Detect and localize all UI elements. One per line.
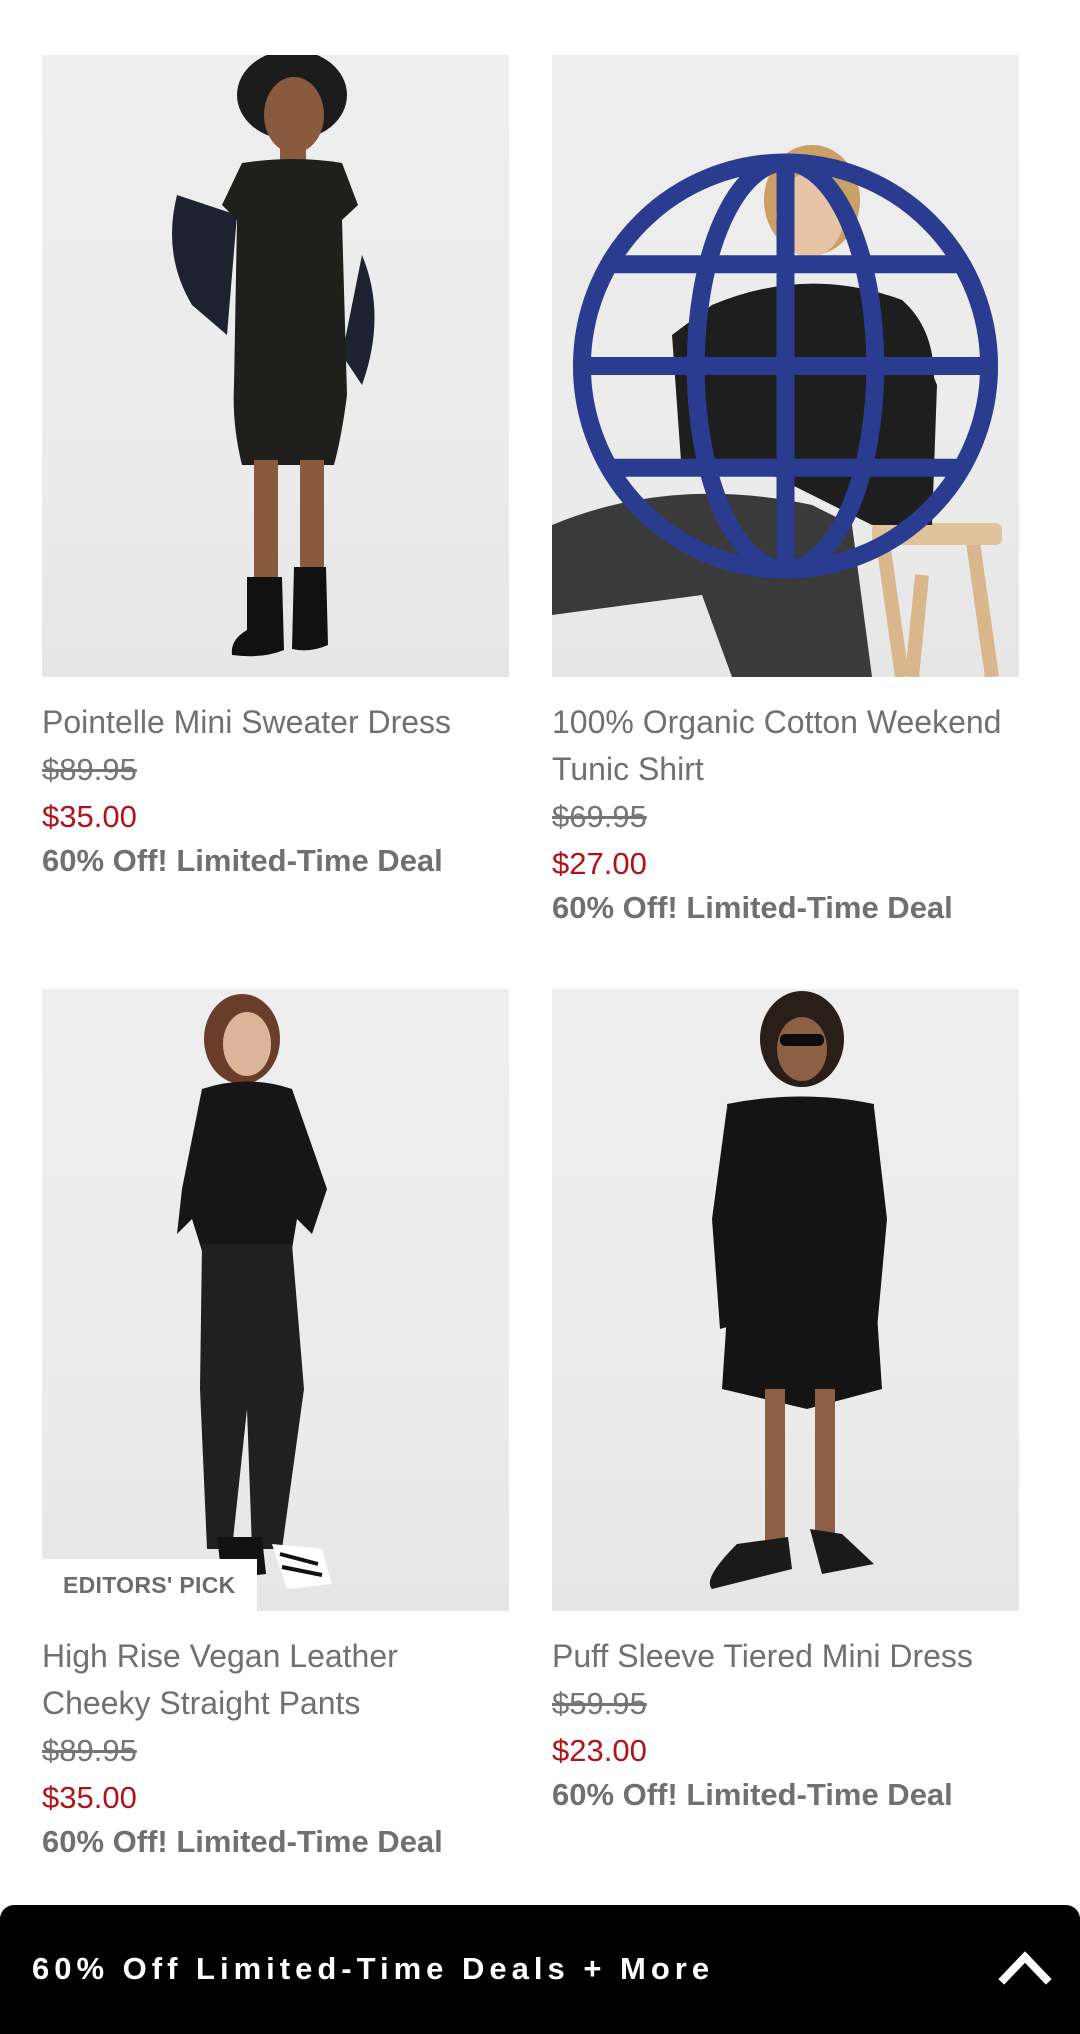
product-grid: Pointelle Mini Sweater Dress $89.95 $35.… [0, 0, 1080, 1900]
product-card[interactable]: Puff Sleeve Tiered Mini Dress $59.95 $23… [552, 989, 1019, 1816]
model-figure [177, 994, 332, 1589]
original-price: $69.95 [552, 799, 647, 834]
original-price: $89.95 [42, 752, 137, 787]
deal-label: 60% Off! Limited-Time Deal [552, 1777, 953, 1812]
original-price: $89.95 [42, 1733, 137, 1768]
deal-label: 60% Off! Limited-Time Deal [42, 843, 443, 878]
product-image[interactable] [552, 55, 1019, 677]
editors-pick-badge: EDITORS' PICK [42, 1559, 257, 1611]
product-card[interactable]: EDITORS' PICK High Rise Vegan Leather Ch… [42, 989, 509, 1863]
product-card[interactable]: 100% Organic Cotton Weekend Tunic Shirt … [552, 55, 1019, 929]
deal-label: 60% Off! Limited-Time Deal [42, 1824, 443, 1859]
product-name[interactable]: Pointelle Mini Sweater Dress [42, 699, 509, 746]
product-card[interactable]: Pointelle Mini Sweater Dress $89.95 $35.… [42, 55, 509, 882]
deal-label: 60% Off! Limited-Time Deal [552, 890, 953, 925]
product-image[interactable] [42, 55, 509, 677]
product-image[interactable]: EDITORS' PICK [42, 989, 509, 1611]
promo-bar[interactable]: 60% Off Limited-Time Deals + More [0, 1905, 1080, 2034]
sale-price: $35.00 [42, 1780, 137, 1815]
sale-price: $23.00 [552, 1733, 647, 1768]
product-name[interactable]: Puff Sleeve Tiered Mini Dress [552, 1633, 1019, 1680]
model-figure [172, 55, 375, 657]
chevron-up-icon[interactable] [998, 1947, 1052, 1987]
globe-icon[interactable] [552, 55, 1019, 677]
sale-price: $35.00 [42, 799, 137, 834]
original-price: $59.95 [552, 1686, 647, 1721]
model-figure [709, 991, 887, 1589]
product-image[interactable] [552, 989, 1019, 1611]
sale-price: $27.00 [552, 846, 647, 881]
promo-bar-label[interactable]: 60% Off Limited-Time Deals + More [32, 1949, 714, 1989]
product-name[interactable]: 100% Organic Cotton Weekend Tunic Shirt [552, 699, 1019, 793]
product-name[interactable]: High Rise Vegan Leather Cheeky Straight … [42, 1633, 509, 1727]
